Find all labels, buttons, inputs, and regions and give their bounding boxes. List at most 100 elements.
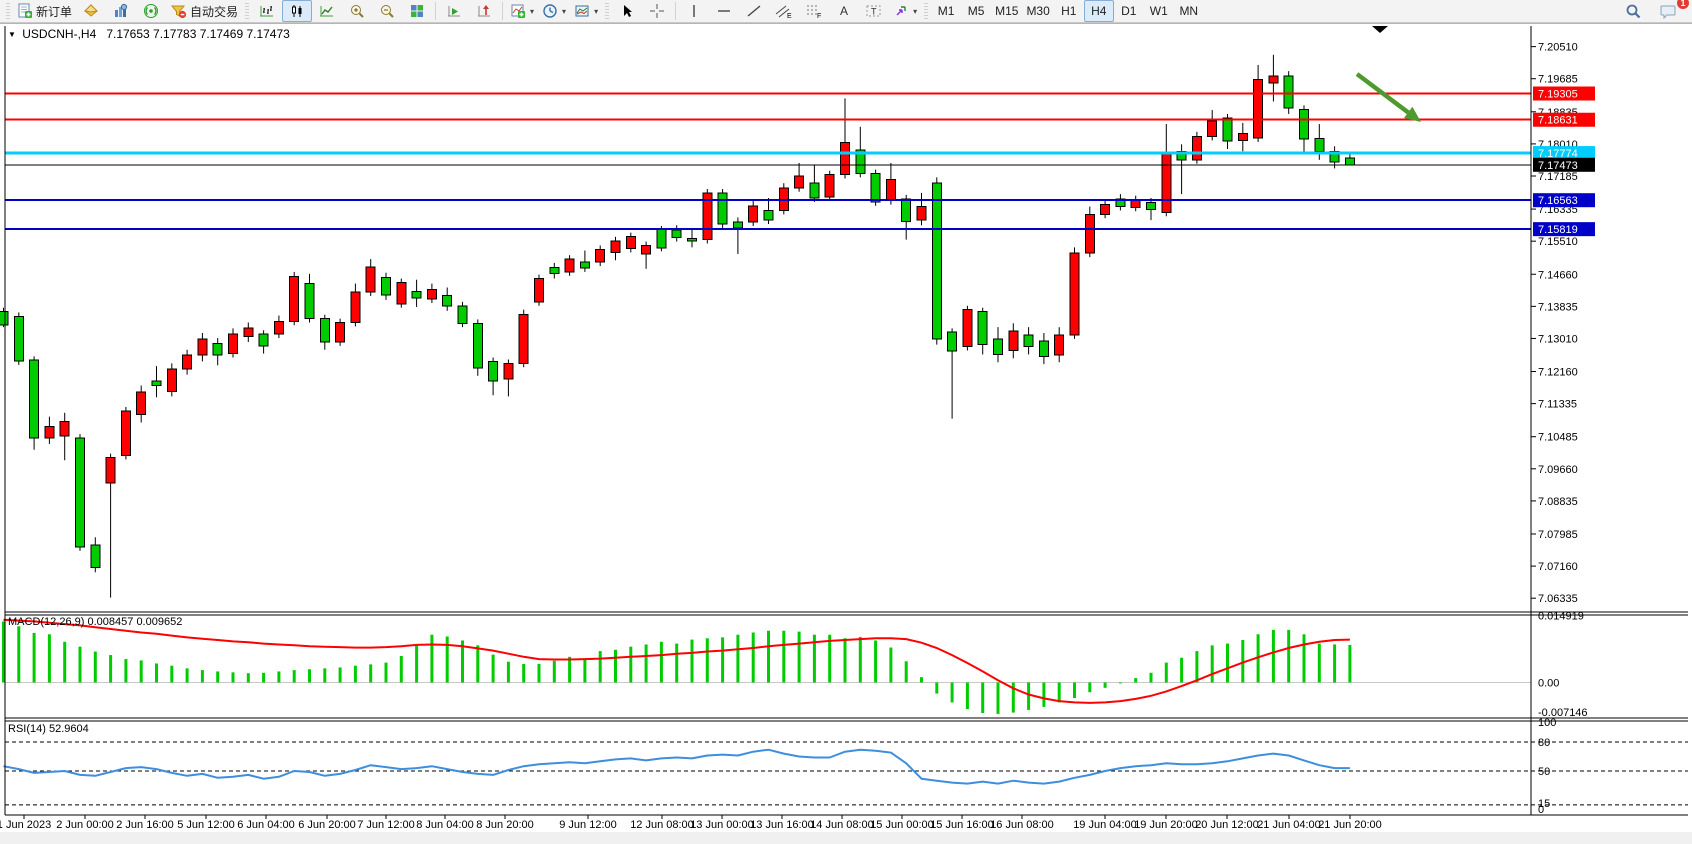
macd-value-signal: 0.009652	[136, 616, 182, 628]
templates-button[interactable]: ▾	[570, 0, 602, 22]
candle[interactable]	[963, 306, 972, 351]
crosshair-icon	[649, 3, 665, 19]
metaeditor-button[interactable]	[76, 0, 106, 22]
timeframe-M5[interactable]: M5	[961, 0, 991, 22]
rsi-axis-label: 100	[1538, 717, 1556, 729]
candlestick-chart-button[interactable]	[282, 0, 312, 22]
time-label: 6 Jun 20:00	[298, 819, 356, 831]
time-label: 19 Jun 20:00	[1134, 819, 1198, 831]
vertical-line-icon	[686, 3, 702, 19]
candle[interactable]	[519, 310, 528, 368]
price-tick-label: 7.20510	[1538, 42, 1578, 54]
time-label: 15 Jun 00:00	[870, 819, 934, 831]
text-label-button[interactable]: T	[859, 0, 889, 22]
bar-chart-icon	[259, 3, 275, 19]
candle[interactable]	[779, 183, 788, 214]
trendline-button[interactable]	[739, 0, 769, 22]
indicators-button[interactable]: ▾	[506, 0, 538, 22]
timeframe-M15[interactable]: M15	[991, 0, 1022, 22]
rsi-axis-label: 50	[1538, 766, 1550, 778]
candle[interactable]	[76, 434, 85, 551]
auto-scroll-icon	[446, 3, 462, 19]
bar-chart-button[interactable]	[252, 0, 282, 22]
candle[interactable]	[932, 177, 941, 344]
candle[interactable]	[703, 189, 712, 243]
candle[interactable]	[718, 189, 727, 228]
candle[interactable]	[473, 319, 482, 375]
toolbar-grip[interactable]	[245, 3, 249, 19]
timeframe-H4[interactable]: H4	[1084, 0, 1114, 22]
tile-windows-icon	[409, 3, 425, 19]
signals-button[interactable]	[136, 0, 166, 22]
candle[interactable]	[397, 279, 406, 308]
text-label-icon: T	[865, 3, 883, 19]
trendline-icon	[746, 3, 762, 19]
horizontal-line-button[interactable]	[709, 0, 739, 22]
svg-text:E: E	[787, 13, 792, 19]
timeframe-M1[interactable]: M1	[931, 0, 961, 22]
candle[interactable]	[825, 171, 834, 201]
chart-canvas[interactable]: 7.205107.196857.188357.180107.171857.163…	[0, 0, 1692, 844]
price-tick-label: 7.12160	[1538, 367, 1578, 379]
search-button[interactable]	[1618, 0, 1648, 22]
price-tick-label: 7.08835	[1538, 496, 1578, 508]
collapse-icon[interactable]: ▼	[8, 30, 16, 39]
timeframe-D1[interactable]: D1	[1114, 0, 1144, 22]
time-label: 15 Jun 16:00	[930, 819, 994, 831]
toolbar-grip[interactable]	[605, 3, 609, 19]
equidistant-channel-button[interactable]: E	[769, 0, 799, 22]
text-button[interactable]: A	[829, 0, 859, 22]
time-label: 1 Jun 2023	[0, 819, 51, 831]
horizontal-line-icon	[716, 3, 732, 19]
fibonacci-button[interactable]: F	[799, 0, 829, 22]
metaeditor-icon	[83, 3, 99, 19]
candle[interactable]	[1192, 132, 1201, 164]
candle[interactable]	[30, 356, 39, 449]
chart-ohlc-values: 7.17653 7.17783 7.17469 7.17473	[106, 27, 290, 41]
rsi-axis-label: 80	[1538, 737, 1550, 749]
candle[interactable]	[290, 272, 299, 325]
candle[interactable]	[14, 312, 23, 365]
vertical-line-button[interactable]	[679, 0, 709, 22]
toolbar-grip[interactable]	[924, 3, 928, 19]
svg-text:T: T	[871, 7, 877, 17]
auto-scroll-button[interactable]	[439, 0, 469, 22]
auto-trading-button[interactable]: 自动交易	[166, 0, 242, 22]
zoom-out-icon	[379, 3, 395, 19]
time-label: 12 Jun 08:00	[630, 819, 694, 831]
timeframe-bar: M1M5M15M30H1H4D1W1MN	[931, 0, 1204, 22]
candle[interactable]	[1085, 207, 1094, 258]
periods-button[interactable]: ▾	[538, 0, 570, 22]
candle[interactable]	[336, 319, 345, 346]
signals-icon	[143, 3, 159, 19]
price-tick-label: 7.07160	[1538, 561, 1578, 573]
candle[interactable]	[1070, 247, 1079, 338]
zoom-in-button[interactable]	[342, 0, 372, 22]
price-badge-label: 7.16563	[1538, 195, 1578, 207]
price-tick-label: 7.07985	[1538, 529, 1578, 541]
candle[interactable]	[535, 275, 544, 306]
candle[interactable]	[121, 407, 130, 460]
tile-windows-button[interactable]	[402, 0, 432, 22]
zoom-out-button[interactable]	[372, 0, 402, 22]
toolbar-grip[interactable]	[6, 3, 10, 19]
notifications-button[interactable]: 1	[1654, 0, 1684, 22]
timeframe-W1[interactable]: W1	[1144, 0, 1174, 22]
crosshair-button[interactable]	[642, 0, 672, 22]
toolbar-separator	[502, 2, 503, 20]
timeframe-H1[interactable]: H1	[1054, 0, 1084, 22]
chart-shift-button[interactable]	[469, 0, 499, 22]
time-label: 2 Jun 16:00	[116, 819, 174, 831]
price-tick-label: 7.06335	[1538, 593, 1578, 605]
market-watch-button[interactable]	[106, 0, 136, 22]
line-chart-button[interactable]	[312, 0, 342, 22]
timeframe-MN[interactable]: MN	[1174, 0, 1204, 22]
timeframe-M30[interactable]: M30	[1022, 0, 1053, 22]
arrows-button[interactable]: ▾	[889, 0, 921, 22]
candle[interactable]	[458, 302, 467, 327]
cursor-button[interactable]	[612, 0, 642, 22]
rsi-name: RSI(14)	[8, 723, 46, 735]
auto-trading-label: 自动交易	[190, 3, 238, 20]
time-label: 7 Jun 12:00	[357, 819, 415, 831]
new-order-button[interactable]: 新订单	[13, 0, 76, 22]
